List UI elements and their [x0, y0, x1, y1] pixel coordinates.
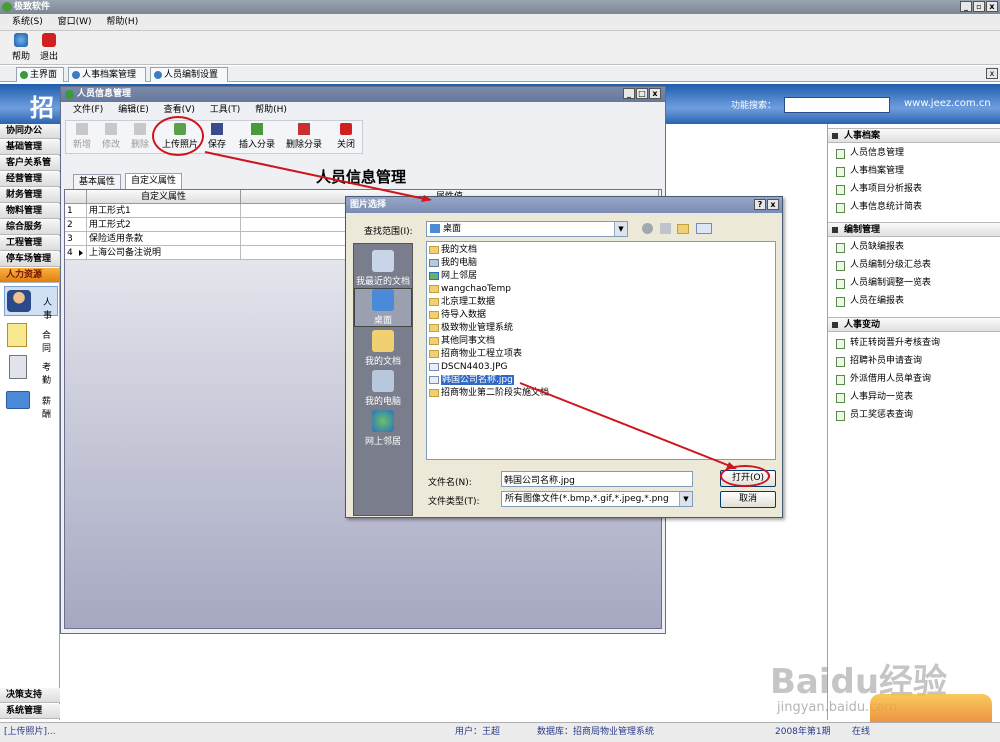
status-online: 在线 [852, 727, 871, 737]
status-database: 数据库：招商局物业管理系统 [537, 727, 655, 737]
status-period: 2008年第1期 [775, 727, 831, 737]
status-bar: [上传照片]... 用户：王超 数据库：招商局物业管理系统 2008年第1期 在… [0, 722, 1000, 742]
status-message: [上传照片]... [4, 727, 56, 737]
annotation-arrowhead [726, 462, 737, 469]
annotation-arrowhead [421, 195, 432, 202]
annotation-arrow-line [204, 151, 431, 201]
annotation-arrows [204, 151, 737, 469]
status-user: 用户：王超 [455, 727, 501, 737]
annotation-arrow-line [519, 382, 736, 469]
